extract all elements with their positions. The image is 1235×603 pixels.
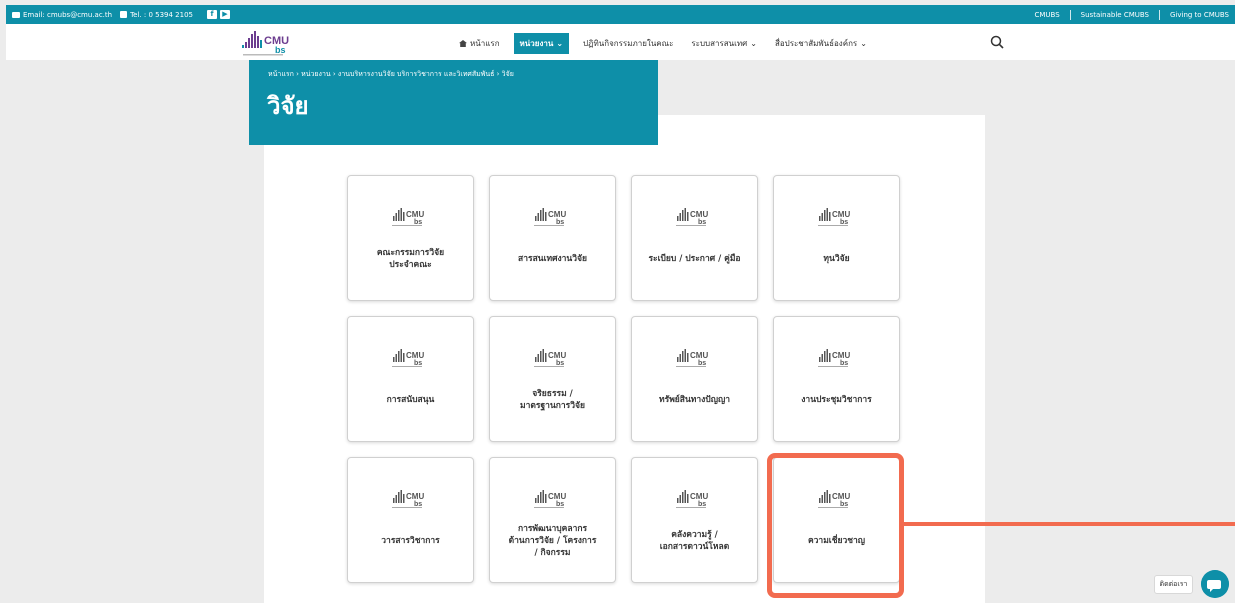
- svg-text:CMU: CMU: [406, 351, 424, 360]
- nav-calendar[interactable]: ปฏิทินกิจกรรมภายในคณะ: [579, 35, 677, 52]
- cmubs-logo-icon: CMUbs: [818, 208, 850, 226]
- home-icon: [459, 40, 467, 47]
- nav-home-label: หน้าแรก: [470, 39, 500, 48]
- nav-information-systems-label: ระบบสารสนเทศ: [691, 39, 748, 48]
- phone-icon: [120, 11, 128, 18]
- top-links: CMUBS Sustainable CMUBS Giving to CMUBS: [1034, 9, 1229, 20]
- highlight-box: [767, 453, 904, 598]
- research-card[interactable]: CMU bs คลังความรู้ / เอกสารดาวน์โหลด: [631, 457, 758, 583]
- card-label: ทุนวิจัย: [823, 254, 850, 264]
- svg-text:bs: bs: [698, 360, 706, 367]
- phone-text: Tel. : 0 5394 2105: [130, 10, 193, 19]
- svg-text:bs: bs: [414, 501, 422, 508]
- research-card[interactable]: CMU bs ทรัพย์สินทางปัญญา: [631, 316, 758, 442]
- social-links: f ▶: [206, 10, 230, 19]
- research-card[interactable]: CMU bs ทุนวิจัย: [773, 175, 900, 301]
- chevron-down-icon: ⌄: [750, 39, 757, 48]
- card-label: วารสารวิชาการ: [381, 536, 440, 546]
- svg-text:bs: bs: [840, 219, 848, 226]
- phone-contact[interactable]: Tel. : 0 5394 2105: [120, 11, 193, 19]
- svg-text:bs: bs: [556, 360, 564, 367]
- page-title: วิจัย: [267, 92, 309, 120]
- contact-info: Email: cmubs@cmu.ac.th Tel. : 0 5394 210…: [12, 10, 230, 19]
- page-header: หน้าแรก › หน่วยงาน › งานบริหารงานวิจัย บ…: [249, 60, 658, 145]
- mail-icon: [12, 11, 20, 18]
- cmubs-logo-icon: CMUbs: [676, 208, 708, 226]
- svg-text:CMU: CMU: [832, 351, 850, 360]
- card-label: การพัฒนาบุคลากร ด้านการวิจัย / โครงการ /…: [508, 524, 597, 558]
- card-label: การสนับสนุน: [386, 395, 435, 405]
- facebook-icon[interactable]: f: [206, 10, 217, 19]
- svg-text:CMU: CMU: [548, 210, 566, 219]
- svg-text:bs: bs: [840, 360, 848, 367]
- nav-media-label: สื่อประชาสัมพันธ์องค์กร: [774, 39, 858, 48]
- cmubs-logo-icon: CMUbs: [534, 208, 566, 226]
- card-label: คณะกรรมการวิจัย ประจำคณะ: [376, 248, 445, 270]
- svg-text:bs: bs: [556, 219, 564, 226]
- email-text: Email: cmubs@cmu.ac.th: [23, 10, 113, 19]
- cmubs-logo-icon: CMUbs: [392, 208, 424, 226]
- divider: [1159, 9, 1160, 20]
- svg-text:bs: bs: [698, 501, 706, 508]
- search-icon[interactable]: [989, 34, 1005, 50]
- card-label: คลังความรู้ / เอกสารดาวน์โหลด: [659, 530, 730, 552]
- nav-home[interactable]: หน้าแรก: [455, 35, 504, 52]
- research-card[interactable]: CMU bs การพัฒนาบุคลากร ด้านการวิจัย / โครง…: [489, 457, 616, 583]
- youtube-icon[interactable]: ▶: [219, 10, 230, 19]
- svg-text:CMU: CMU: [690, 492, 708, 501]
- research-card[interactable]: CMU bs จริยธรรม / มาตรฐานการวิจัย: [489, 316, 616, 442]
- svg-text:bs: bs: [414, 360, 422, 367]
- link-sustainable-cmubs[interactable]: Sustainable CMUBS: [1081, 11, 1149, 19]
- cmubs-logo-icon: CMUbs: [676, 349, 708, 367]
- chevron-down-icon: ⌄: [556, 39, 564, 48]
- cmubs-logo-icon: CMUbs: [676, 490, 708, 508]
- cmubs-logo-icon: CMUbs: [818, 349, 850, 367]
- card-label: ทรัพย์สินทางปัญญา: [659, 395, 730, 405]
- nav-departments-label: หน่วยงาน: [519, 39, 554, 48]
- svg-text:CMU: CMU: [832, 210, 850, 219]
- link-cmubs[interactable]: CMUBS: [1034, 11, 1059, 19]
- highlight-pointer-line: [904, 522, 1235, 526]
- cmubs-logo-icon: CMUbs: [392, 490, 424, 508]
- card-label: จริยธรรม / มาตรฐานการวิจัย: [520, 389, 585, 411]
- nav-calendar-label: ปฏิทินกิจกรรมภายในคณะ: [583, 39, 674, 48]
- top-info-bar: Email: cmubs@cmu.ac.th Tel. : 0 5394 210…: [6, 5, 1235, 24]
- svg-text:CMU: CMU: [406, 492, 424, 501]
- cmubs-logo-icon: CMUbs: [534, 490, 566, 508]
- breadcrumb[interactable]: หน้าแรก › หน่วยงาน › งานบริหารงานวิจัย บ…: [268, 69, 514, 80]
- research-card[interactable]: CMU bs สารสนเทศงานวิจัย: [489, 175, 616, 301]
- main-navbar: CMU bs หน้าแรก หน่วยงาน ⌄ ปฏิทินกิจกรรมภ…: [6, 24, 1235, 60]
- research-card[interactable]: CMU bs ระเบียบ / ประกาศ / คู่มือ: [631, 175, 758, 301]
- svg-text:bs: bs: [275, 45, 286, 55]
- nav-information-systems[interactable]: ระบบสารสนเทศ ⌄: [687, 35, 761, 52]
- nav-media[interactable]: สื่อประชาสัมพันธ์องค์กร ⌄: [771, 35, 871, 52]
- nav-menu: หน้าแรก หน่วยงาน ⌄ ปฏิทินกิจกรรมภายในคณะ…: [455, 33, 871, 54]
- svg-text:bs: bs: [556, 501, 564, 508]
- research-card[interactable]: CMU bs วารสารวิชาการ: [347, 457, 474, 583]
- svg-text:CMU: CMU: [690, 351, 708, 360]
- svg-text:bs: bs: [414, 219, 422, 226]
- research-card[interactable]: CMU bs งานประชุมวิชาการ: [773, 316, 900, 442]
- divider: [1069, 9, 1071, 20]
- research-card[interactable]: CMU bs คณะกรรมการวิจัย ประจำคณะ: [347, 175, 474, 301]
- cmubs-logo-icon: CMUbs: [534, 349, 566, 367]
- chevron-down-icon: ⌄: [860, 39, 867, 48]
- svg-text:CMU: CMU: [548, 492, 566, 501]
- nav-departments[interactable]: หน่วยงาน ⌄: [513, 33, 570, 54]
- research-card[interactable]: CMU bs การสนับสนุน: [347, 316, 474, 442]
- svg-text:CMU: CMU: [690, 210, 708, 219]
- card-label: งานประชุมวิชาการ: [801, 395, 872, 405]
- cmubs-logo-icon: CMUbs: [392, 349, 424, 367]
- svg-text:bs: bs: [698, 219, 706, 226]
- email-contact[interactable]: Email: cmubs@cmu.ac.th: [12, 11, 112, 19]
- chat-icon[interactable]: [1201, 570, 1229, 598]
- card-label: สารสนเทศงานวิจัย: [518, 254, 587, 264]
- svg-text:CMU: CMU: [406, 210, 424, 219]
- link-giving-to-cmubs[interactable]: Giving to CMUBS: [1170, 11, 1229, 19]
- card-label: ระเบียบ / ประกาศ / คู่มือ: [648, 254, 741, 264]
- svg-text:CMU: CMU: [548, 351, 566, 360]
- contact-us-label[interactable]: ติดต่อเรา: [1154, 575, 1193, 594]
- cmubs-logo[interactable]: CMU bs: [239, 28, 303, 58]
